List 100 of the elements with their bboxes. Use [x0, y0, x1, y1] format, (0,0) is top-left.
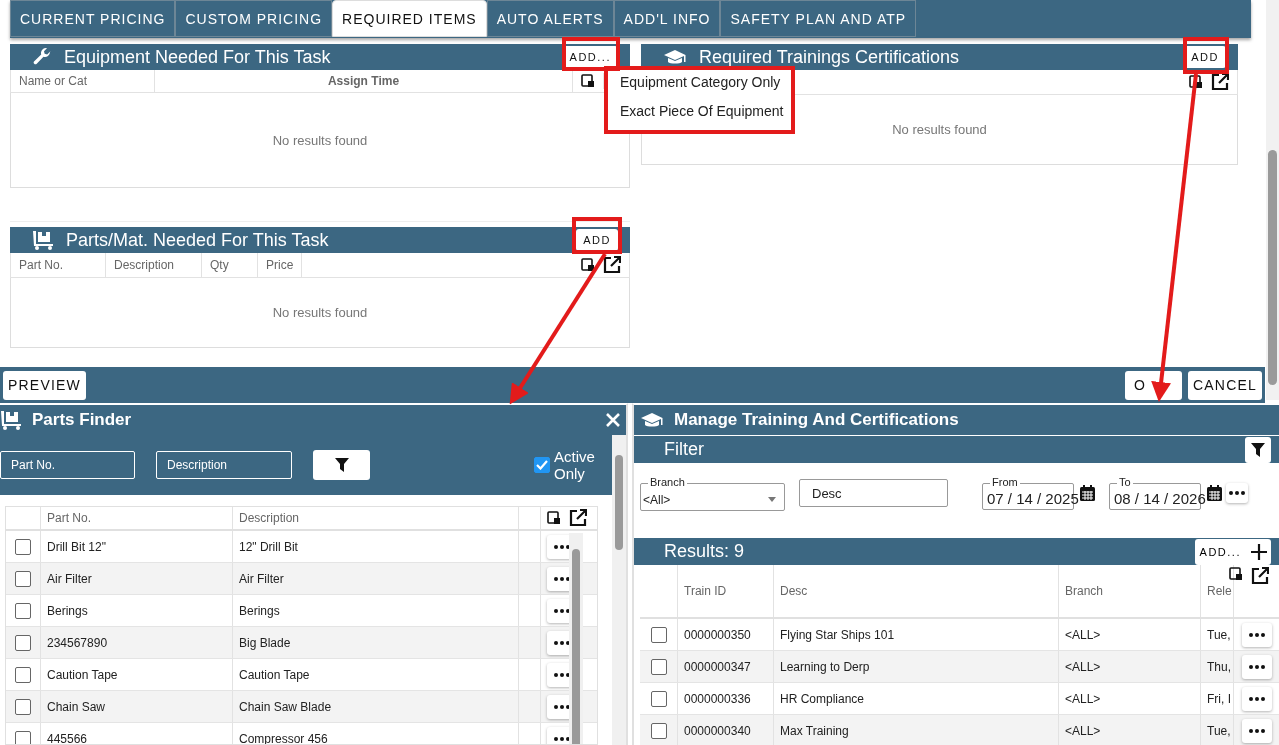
- footer-button[interactable]: CANCEL: [1188, 370, 1262, 400]
- table-cell: <ALL>: [1059, 651, 1201, 682]
- filter-button[interactable]: [313, 450, 370, 480]
- menu-item[interactable]: Equipment Category Only: [608, 70, 792, 99]
- more-button[interactable]: [1242, 718, 1272, 743]
- tab[interactable]: SAFETY PLAN AND ATP: [720, 0, 917, 37]
- table-cell: 0000000340: [678, 715, 774, 745]
- footer-button[interactable]: PREVIEW: [3, 370, 86, 400]
- table-cell: Berings: [41, 595, 233, 626]
- column-header: Assign Time: [155, 70, 573, 92]
- column-header: Name or Cat: [11, 70, 155, 92]
- ellipsis-icon: [554, 704, 570, 709]
- section-title: Filter: [664, 439, 705, 460]
- checkbox[interactable]: [15, 570, 31, 587]
- add-button[interactable]: ADD...: [1194, 538, 1271, 565]
- menu-item[interactable]: Exact Piece Of Equipment: [608, 99, 792, 128]
- table-cell: HR Compliance: [774, 683, 1059, 714]
- table-cell: 234567890: [41, 627, 233, 658]
- table-cell: Big Blade: [233, 627, 519, 658]
- ellipsis-icon: [1249, 696, 1265, 701]
- tab[interactable]: AUTO ALERTS: [486, 0, 614, 37]
- dialog-title: Manage Training And Certifications: [674, 410, 960, 430]
- calendar-icon[interactable]: [1080, 485, 1095, 501]
- checkbox[interactable]: [650, 658, 667, 675]
- column-header: Description: [106, 253, 202, 277]
- more-button[interactable]: [1242, 622, 1272, 647]
- empty-message: No results found: [892, 122, 987, 137]
- checkbox[interactable]: [534, 457, 550, 473]
- table-cell: Fri, I: [1201, 683, 1234, 714]
- field-value: 07 / 14 / 2025: [986, 489, 1080, 507]
- column-header: Part No.: [41, 507, 233, 529]
- close-icon[interactable]: [606, 413, 620, 427]
- ellipsis-icon: [554, 736, 570, 741]
- column-chooser-icon: [547, 511, 561, 525]
- empty-message: No results found: [272, 132, 368, 148]
- table-cell: Caution Tape: [233, 659, 519, 690]
- ellipsis-icon: [554, 576, 570, 581]
- scrollbar[interactable]: [612, 435, 626, 745]
- panel-title: Equipment Needed For This Task: [64, 46, 332, 68]
- filter-button[interactable]: [1245, 436, 1271, 463]
- field-label: From: [990, 476, 1020, 489]
- table-cell: Tue,: [1201, 715, 1234, 745]
- tab[interactable]: CURRENT PRICING: [10, 0, 176, 37]
- add-button[interactable]: ADD: [576, 229, 618, 251]
- table-cell: <ALL>: [1059, 619, 1201, 650]
- table-cell: <ALL>: [1059, 715, 1201, 745]
- field-label: To: [1117, 476, 1133, 489]
- tab[interactable]: REQUIRED ITEMS: [332, 0, 487, 37]
- cart-icon: [32, 230, 54, 250]
- checkbox[interactable]: [15, 730, 31, 744]
- table-cell: Thu,: [1201, 651, 1234, 682]
- caret-icon: [768, 497, 776, 502]
- dialog-title: Parts Finder: [32, 410, 133, 430]
- scrollbar[interactable]: [1266, 0, 1279, 400]
- ellipsis-icon: [554, 608, 570, 613]
- graduation-cap-icon: [663, 49, 687, 65]
- export-icon: [569, 509, 587, 527]
- panel-title: Required Trainings Certifications: [699, 46, 961, 68]
- table-cell: 0000000350: [678, 619, 774, 650]
- field-label: Branch: [648, 475, 687, 489]
- more-button[interactable]: [1242, 686, 1272, 711]
- more-button[interactable]: [1226, 483, 1248, 503]
- checkbox[interactable]: [650, 722, 667, 739]
- table-cell: 0000000336: [678, 683, 774, 714]
- export-icon: [1251, 567, 1269, 585]
- table-cell: Air Filter: [41, 563, 233, 594]
- checkbox[interactable]: [15, 602, 31, 619]
- filter-icon: [334, 458, 349, 472]
- ellipsis-icon: [1229, 491, 1245, 495]
- checkbox[interactable]: [650, 690, 667, 707]
- calendar-icon[interactable]: [1207, 485, 1222, 501]
- panel-title: Parts/Mat. Needed For This Task: [66, 229, 330, 251]
- more-button[interactable]: [1242, 654, 1272, 679]
- table-cell: <ALL>: [1059, 683, 1201, 714]
- scrollbar[interactable]: [569, 533, 583, 744]
- results-count: Results: 9: [664, 541, 746, 562]
- table-cell: Learning to Derp: [774, 651, 1059, 682]
- wrench-icon: [32, 47, 52, 67]
- column-chooser-icon: [1229, 567, 1243, 581]
- table-cell: Chain Saw Blade: [233, 691, 519, 722]
- table-cell: Chain Saw: [41, 691, 233, 722]
- column-header: Qty: [202, 253, 258, 277]
- export-icon: [1211, 73, 1229, 91]
- tab[interactable]: CUSTOM PRICING: [175, 0, 333, 37]
- checkbox-label: Active Only: [554, 448, 596, 482]
- column-header: Desc: [774, 565, 1059, 617]
- tab[interactable]: ADD'L INFO: [613, 0, 721, 37]
- add-button[interactable]: ADD: [1184, 46, 1226, 68]
- checkbox[interactable]: [15, 698, 31, 715]
- empty-message: No results found: [272, 305, 368, 320]
- checkbox[interactable]: [15, 666, 31, 683]
- table-cell: 12" Drill Bit: [233, 531, 519, 562]
- plus-icon: [1251, 543, 1267, 560]
- input-field[interactable]: Desc: [799, 479, 948, 507]
- checkbox[interactable]: [650, 626, 667, 643]
- table-cell: Tue,: [1201, 619, 1234, 650]
- checkbox[interactable]: [15, 634, 31, 651]
- table-cell: Drill Bit 12": [41, 531, 233, 562]
- column-chooser-icon: [581, 258, 595, 272]
- checkbox[interactable]: [15, 538, 31, 555]
